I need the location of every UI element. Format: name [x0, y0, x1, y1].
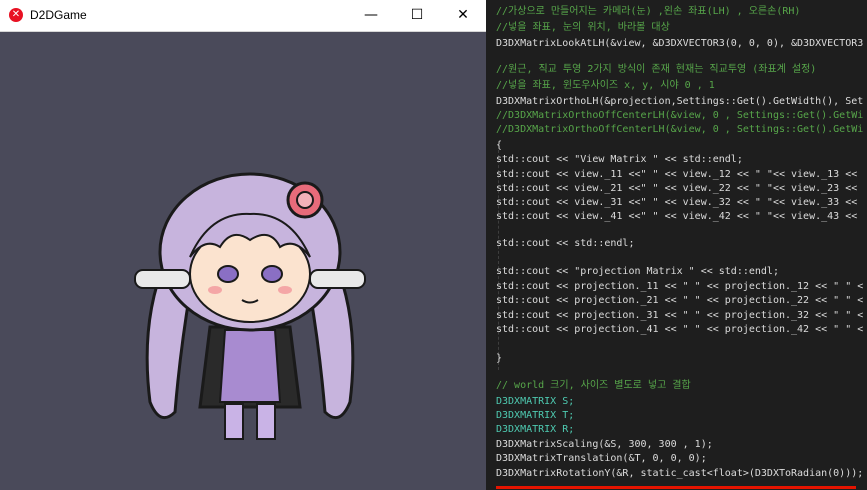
code-line[interactable]: //넣을 좌표, 윈도우사이즈 x, y, 시야 0 , 1	[496, 78, 715, 94]
code-line[interactable]: std::cout << projection._21 << " " << pr…	[496, 293, 863, 309]
code-editor[interactable]: //가상으로 만들어지는 카메라(눈) ,왼손 좌표(LH) , 오른손(RH)…	[486, 0, 867, 490]
window-title: D2DGame	[30, 8, 87, 22]
code-line[interactable]: std::cout << std::endl;	[496, 236, 634, 252]
code-line[interactable]: D3DXMatrixLookAtLH(&view, &D3DXVECTOR3(0…	[496, 36, 863, 52]
code-line[interactable]: std::cout << projection._41 << " " << pr…	[496, 322, 863, 338]
character-sprite	[134, 172, 366, 440]
code-line[interactable]: //원근, 직교 투영 2가지 방식이 존재 현재는 직교투영 (좌표계 설정)	[496, 62, 816, 78]
minimize-button[interactable]: —	[348, 0, 394, 31]
error-squiggle	[496, 486, 856, 489]
app-error-icon: ✕	[9, 8, 23, 22]
code-line[interactable]: // world 크기, 사이즈 별도로 넣고 결합	[496, 378, 691, 394]
title-bar[interactable]: ✕ D2DGame — ☐ ✕	[0, 0, 486, 32]
code-line[interactable]: //넣을 좌표, 눈의 위치, 바라볼 대상	[496, 20, 670, 36]
code-line[interactable]: //D3DXMatrixOrthoOffCenterLH(&view, 0 , …	[496, 122, 863, 138]
close-button[interactable]: ✕	[440, 0, 486, 31]
code-line[interactable]: std::cout << view._41 <<" " << view._42 …	[496, 209, 857, 225]
code-line[interactable]: std::cout << "View Matrix " << std::endl…	[496, 152, 743, 168]
game-viewport[interactable]	[0, 32, 486, 490]
code-line[interactable]: D3DXMatrixTranslation(&T, 0, 0, 0);	[496, 451, 707, 467]
game-window: ✕ D2DGame — ☐ ✕	[0, 0, 486, 490]
code-line[interactable]: D3DXMatrixRotationY(&R, static_cast<floa…	[496, 466, 863, 482]
code-line[interactable]: std::cout << "projection Matrix " << std…	[496, 264, 779, 280]
code-line[interactable]: //가상으로 만들어지는 카메라(눈) ,왼손 좌표(LH) , 오른손(RH)	[496, 4, 800, 20]
code-line[interactable]: D3DXMATRIX R;	[496, 422, 574, 438]
code-line[interactable]: }	[496, 351, 502, 367]
maximize-button[interactable]: ☐	[394, 0, 440, 31]
